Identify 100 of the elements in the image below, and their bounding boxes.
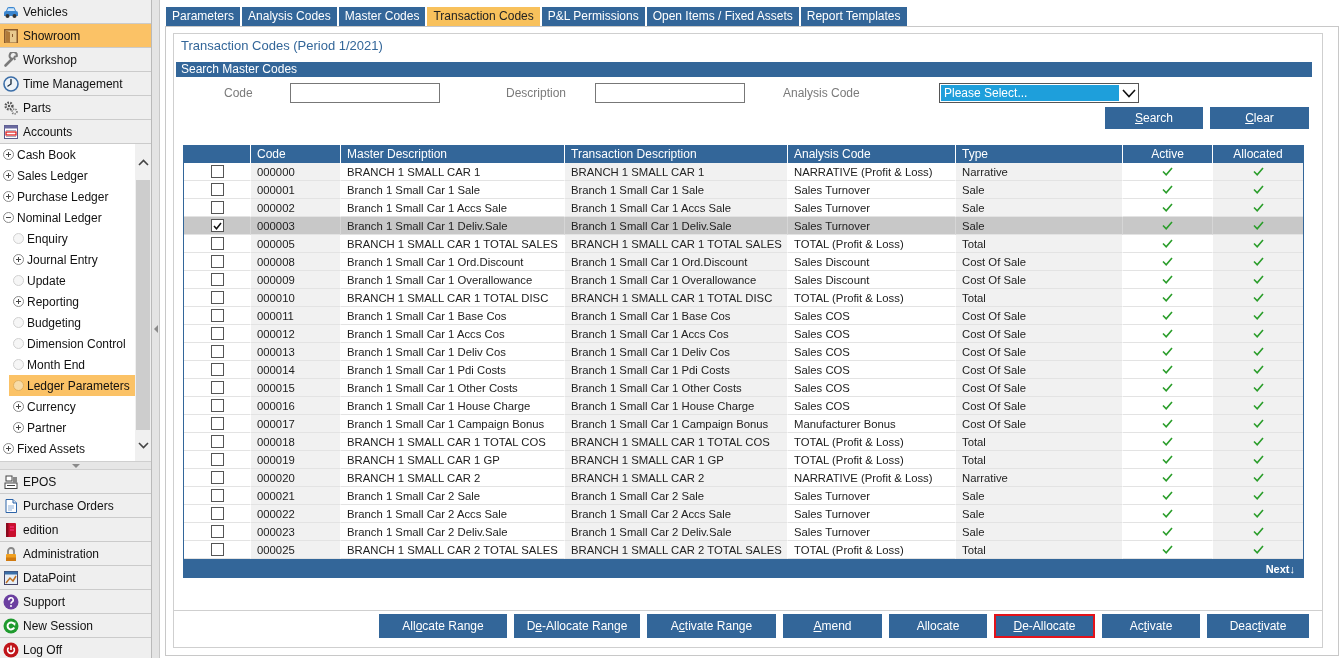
row-checkbox[interactable] xyxy=(210,255,224,268)
tree-item[interactable]: Currency xyxy=(9,396,135,417)
table-row[interactable]: 000017 Branch 1 Small Car 1 Campaign Bonus Branch 1 Small Car 1 Campaign Bonus Manufacturer Bonus Cost Of Sale xyxy=(184,415,1303,433)
tree-item[interactable]: Month End xyxy=(9,354,135,375)
table-row[interactable]: 000000 BRANCH 1 SMALL CAR 1 BRANCH 1 SMALL CAR 1 NARRATIVE (Profit & Loss) Narrative xyxy=(184,163,1303,181)
tab[interactable]: P&L Permissions xyxy=(541,7,645,26)
table-cell: Branch 1 Small Car 1 Other Costs xyxy=(564,379,787,397)
tree-item[interactable]: Enquiry xyxy=(9,228,135,249)
table-cell: Branch 1 Small Car 1 Ord.Discount xyxy=(564,253,787,271)
row-checkbox[interactable] xyxy=(210,327,224,340)
expand-icon[interactable] xyxy=(13,401,24,412)
row-checkbox[interactable] xyxy=(210,507,224,520)
tree-item[interactable]: Dimension Control xyxy=(9,333,135,354)
row-checkbox[interactable] xyxy=(210,219,224,232)
deactivate-button[interactable]: Deactivate xyxy=(1207,614,1309,638)
expand-icon[interactable] xyxy=(3,191,14,202)
tree-item[interactable]: Ledger Parameters xyxy=(9,375,135,396)
tree-item[interactable]: Fixed Assets xyxy=(0,438,135,459)
row-checkbox[interactable] xyxy=(210,273,224,286)
tab[interactable]: Analysis Codes xyxy=(242,7,337,26)
next-link[interactable]: Next↓ xyxy=(1265,562,1295,575)
scrollbar-thumb[interactable] xyxy=(136,180,150,430)
table-cell: Cost Of Sale xyxy=(955,271,1122,289)
table-row[interactable]: 000021 Branch 1 Small Car 2 Sale Branch 1 Small Car 2 Sale Sales Turnover Sale xyxy=(184,487,1303,505)
table-row[interactable]: 000023 Branch 1 Small Car 2 Deliv.Sale Branch 1 Small Car 2 Deliv.Sale Sales Turnover Sale xyxy=(184,523,1303,541)
table-row[interactable]: 000010 BRANCH 1 SMALL CAR 1 TOTAL DISC BRANCH 1 SMALL CAR 1 TOTAL DISC TOTAL (Profit & Loss) Total xyxy=(184,289,1303,307)
row-checkbox[interactable] xyxy=(210,471,224,484)
row-checkbox[interactable] xyxy=(210,543,224,556)
row-checkbox[interactable] xyxy=(210,453,224,466)
row-checkbox[interactable] xyxy=(210,363,224,376)
table-row[interactable]: 000012 Branch 1 Small Car 1 Accs Cos Branch 1 Small Car 1 Accs Cos Sales COS Cost Of Sale xyxy=(184,325,1303,343)
de-allocate-button[interactable]: De-Allocate xyxy=(994,614,1095,638)
input-field[interactable] xyxy=(290,83,440,103)
table-row[interactable]: 000016 Branch 1 Small Car 1 House Charge Branch 1 Small Car 1 House Charge Sales COS Cost Of Sale xyxy=(184,397,1303,415)
search-button[interactable]: Search xyxy=(1105,107,1203,129)
de-allocate-range-button[interactable]: De-Allocate Range xyxy=(514,614,640,638)
tree-item[interactable]: Update xyxy=(9,270,135,291)
tab[interactable]: Parameters xyxy=(166,7,241,26)
row-checkbox[interactable] xyxy=(210,399,224,412)
table-row[interactable]: 000008 Branch 1 Small Car 1 Ord.Discount Branch 1 Small Car 1 Ord.Discount Sales Discount Cost Of Sale xyxy=(184,253,1303,271)
table-row[interactable]: 000025 BRANCH 1 SMALL CAR 2 TOTAL SALES BRANCH 1 SMALL CAR 2 TOTAL SALES TOTAL (Profit & Loss) Total xyxy=(184,541,1303,559)
scrollbar[interactable] xyxy=(135,144,151,461)
tab[interactable]: Master Codes xyxy=(338,7,426,26)
input-field[interactable] xyxy=(595,83,745,103)
tree-item[interactable]: Nominal Ledger xyxy=(0,207,135,228)
table-row[interactable]: 000009 Branch 1 Small Car 1 Overallowance Branch 1 Small Car 1 Overallowance Sales Discount Cost Of Sale xyxy=(184,271,1303,289)
row-checkbox[interactable] xyxy=(210,309,224,322)
expand-icon[interactable] xyxy=(3,443,14,454)
clear-button[interactable]: Clear xyxy=(1210,107,1309,129)
table-row[interactable]: 000015 Branch 1 Small Car 1 Other Costs Branch 1 Small Car 1 Other Costs Sales COS Cost Of Sale xyxy=(184,379,1303,397)
chevron-down-icon[interactable] xyxy=(137,442,149,449)
row-checkbox[interactable] xyxy=(210,489,224,502)
row-checkbox[interactable] xyxy=(210,183,224,196)
chevron-up-icon[interactable] xyxy=(137,158,149,166)
activate-button[interactable]: Activate xyxy=(1102,614,1200,638)
tab[interactable]: Transaction Codes xyxy=(427,7,540,26)
row-checkbox[interactable] xyxy=(210,381,224,394)
expand-icon[interactable] xyxy=(13,254,24,265)
table-cell: Narrative xyxy=(955,163,1122,181)
activate-range-button[interactable]: Activate Range xyxy=(647,614,776,638)
tree-item[interactable]: Partner xyxy=(9,417,135,438)
table-row[interactable]: 000014 Branch 1 Small Car 1 Pdi Costs Branch 1 Small Car 1 Pdi Costs Sales COS Cost Of Sale xyxy=(184,361,1303,379)
table-row[interactable]: 000020 BRANCH 1 SMALL CAR 2 BRANCH 1 SMALL CAR 2 NARRATIVE (Profit & Loss) Narrative xyxy=(184,469,1303,487)
row-checkbox[interactable] xyxy=(210,165,224,178)
table-row[interactable]: 000019 BRANCH 1 SMALL CAR 1 GP BRANCH 1 SMALL CAR 1 GP TOTAL (Profit & Loss) Total xyxy=(184,451,1303,469)
expand-icon[interactable] xyxy=(3,170,14,181)
table-row[interactable]: 000002 Branch 1 Small Car 1 Accs Sale Branch 1 Small Car 1 Accs Sale Sales Turnover Sale xyxy=(184,199,1303,217)
table-row[interactable]: 000013 Branch 1 Small Car 1 Deliv Cos Branch 1 Small Car 1 Deliv Cos Sales COS Cost Of Sale xyxy=(184,343,1303,361)
row-checkbox[interactable] xyxy=(210,345,224,358)
row-checkbox[interactable] xyxy=(210,435,224,448)
allocate-range-button[interactable]: Allocate Range xyxy=(379,614,507,638)
table-cell: Total xyxy=(955,289,1122,307)
tree-item[interactable]: Sales Ledger xyxy=(0,165,135,186)
row-checkbox[interactable] xyxy=(210,237,224,250)
row-checkbox[interactable] xyxy=(210,201,224,214)
table-row[interactable]: 000011 Branch 1 Small Car 1 Base Cos Branch 1 Small Car 1 Base Cos Sales COS Cost Of Sale xyxy=(184,307,1303,325)
tree-item[interactable]: Budgeting xyxy=(9,312,135,333)
table-row[interactable]: 000005 BRANCH 1 SMALL CAR 1 TOTAL SALES BRANCH 1 SMALL CAR 1 TOTAL SALES TOTAL (Profit & Loss) Total xyxy=(184,235,1303,253)
expand-icon[interactable] xyxy=(13,296,24,307)
tab[interactable]: Report Templates xyxy=(800,7,907,26)
nav-item[interactable]: Showroom xyxy=(0,24,151,48)
allocate-button[interactable]: Allocate xyxy=(889,614,987,638)
table-cell: Narrative xyxy=(955,469,1122,487)
row-checkbox[interactable] xyxy=(210,291,224,304)
table-cell: Branch 1 Small Car 1 Deliv Cos xyxy=(564,343,787,361)
amend-button[interactable]: Amend xyxy=(783,614,882,638)
expand-icon[interactable] xyxy=(3,149,14,160)
tree-item[interactable]: Purchase Ledger xyxy=(0,186,135,207)
table-row[interactable]: 000022 Branch 1 Small Car 2 Accs Sale Branch 1 Small Car 2 Accs Sale Sales Turnover Sale xyxy=(184,505,1303,523)
table-row[interactable]: 000001 Branch 1 Small Car 1 Sale Branch 1 Small Car 1 Sale Sales Turnover Sale xyxy=(184,181,1303,199)
row-checkbox[interactable] xyxy=(210,525,224,538)
tab[interactable]: Open Items / Fixed Assets xyxy=(646,7,799,26)
expand-icon[interactable] xyxy=(13,422,24,433)
tree-item[interactable]: Reporting xyxy=(9,291,135,312)
tree-item[interactable]: Cash Book xyxy=(0,144,135,165)
table-row[interactable]: 000003 Branch 1 Small Car 1 Deliv.Sale Branch 1 Small Car 1 Deliv.Sale Sales Turnover Sale xyxy=(184,217,1303,235)
collapse-icon[interactable] xyxy=(3,212,14,223)
table-row[interactable]: 000018 BRANCH 1 SMALL CAR 1 TOTAL COS BRANCH 1 SMALL CAR 1 TOTAL COS TOTAL (Profit & Loss) Total xyxy=(184,433,1303,451)
tree-item[interactable]: Journal Entry xyxy=(9,249,135,270)
row-checkbox[interactable] xyxy=(210,417,224,430)
